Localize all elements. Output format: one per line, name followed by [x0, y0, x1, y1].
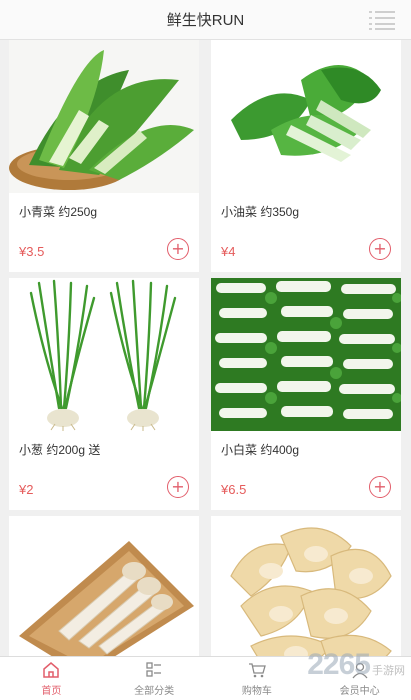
plus-icon: +: [171, 239, 185, 258]
product-card[interactable]: [211, 516, 401, 656]
product-card[interactable]: 小葱 约200g 送 ¥2 +: [9, 278, 199, 510]
product-card[interactable]: [9, 516, 199, 656]
product-name[interactable]: 小油菜 约350g: [221, 203, 299, 220]
product-card[interactable]: 小油菜 约350g ¥4 +: [211, 40, 401, 272]
plus-icon: +: [171, 477, 185, 496]
product-price: ¥3.5: [19, 244, 45, 259]
tab-home[interactable]: 首页: [0, 657, 103, 700]
tab-label: 购物车: [241, 686, 272, 697]
product-price: ¥6.5: [221, 482, 247, 497]
top-header: 鲜生快RUN: [0, 0, 411, 40]
add-to-cart-button[interactable]: +: [369, 238, 391, 260]
cart-icon: [248, 663, 266, 678]
product-grid: 小青菜 约250g ¥3.5 + 小油菜 约350g ¥4 + 小葱 约200g…: [0, 40, 411, 656]
add-to-cart-button[interactable]: +: [369, 476, 391, 498]
product-card[interactable]: 小青菜 约250g ¥3.5 +: [9, 40, 199, 272]
bottom-tab-bar: 首页 全部分类 购物车 会员中心: [0, 656, 411, 700]
product-image-rapeseed[interactable]: [211, 40, 401, 193]
product-name[interactable]: 小葱 约200g 送: [19, 441, 100, 458]
product-image-pak-choi[interactable]: [211, 278, 401, 431]
tab-label: 全部分类: [134, 686, 175, 697]
tab-label: 会员中心: [339, 686, 380, 697]
plus-icon: +: [373, 477, 387, 496]
member-icon: [352, 662, 368, 679]
product-price: ¥4: [221, 244, 236, 259]
tab-categories[interactable]: 全部分类: [103, 657, 206, 700]
tab-member[interactable]: 会员中心: [308, 657, 411, 700]
home-icon: [43, 662, 60, 678]
product-image-green-onion[interactable]: [9, 278, 199, 431]
product-price: ¥2: [19, 482, 34, 497]
product-name[interactable]: 小白菜 约400g: [221, 441, 299, 458]
menu-lines-icon[interactable]: [367, 9, 397, 31]
category-icon: [146, 662, 162, 677]
product-image-bok-choy[interactable]: [9, 40, 199, 193]
product-image-white-fungus[interactable]: [211, 516, 401, 656]
product-name[interactable]: 小青菜 约250g: [19, 203, 97, 220]
plus-icon: +: [373, 239, 387, 258]
add-to-cart-button[interactable]: +: [167, 238, 189, 260]
app-title: 鲜生快RUN: [166, 12, 245, 29]
tab-cart[interactable]: 购物车: [206, 657, 309, 700]
product-image-king-oyster-mushroom[interactable]: [9, 516, 199, 656]
product-card[interactable]: 小白菜 约400g ¥6.5 +: [211, 278, 401, 510]
tab-label: 首页: [41, 686, 62, 697]
add-to-cart-button[interactable]: +: [167, 476, 189, 498]
